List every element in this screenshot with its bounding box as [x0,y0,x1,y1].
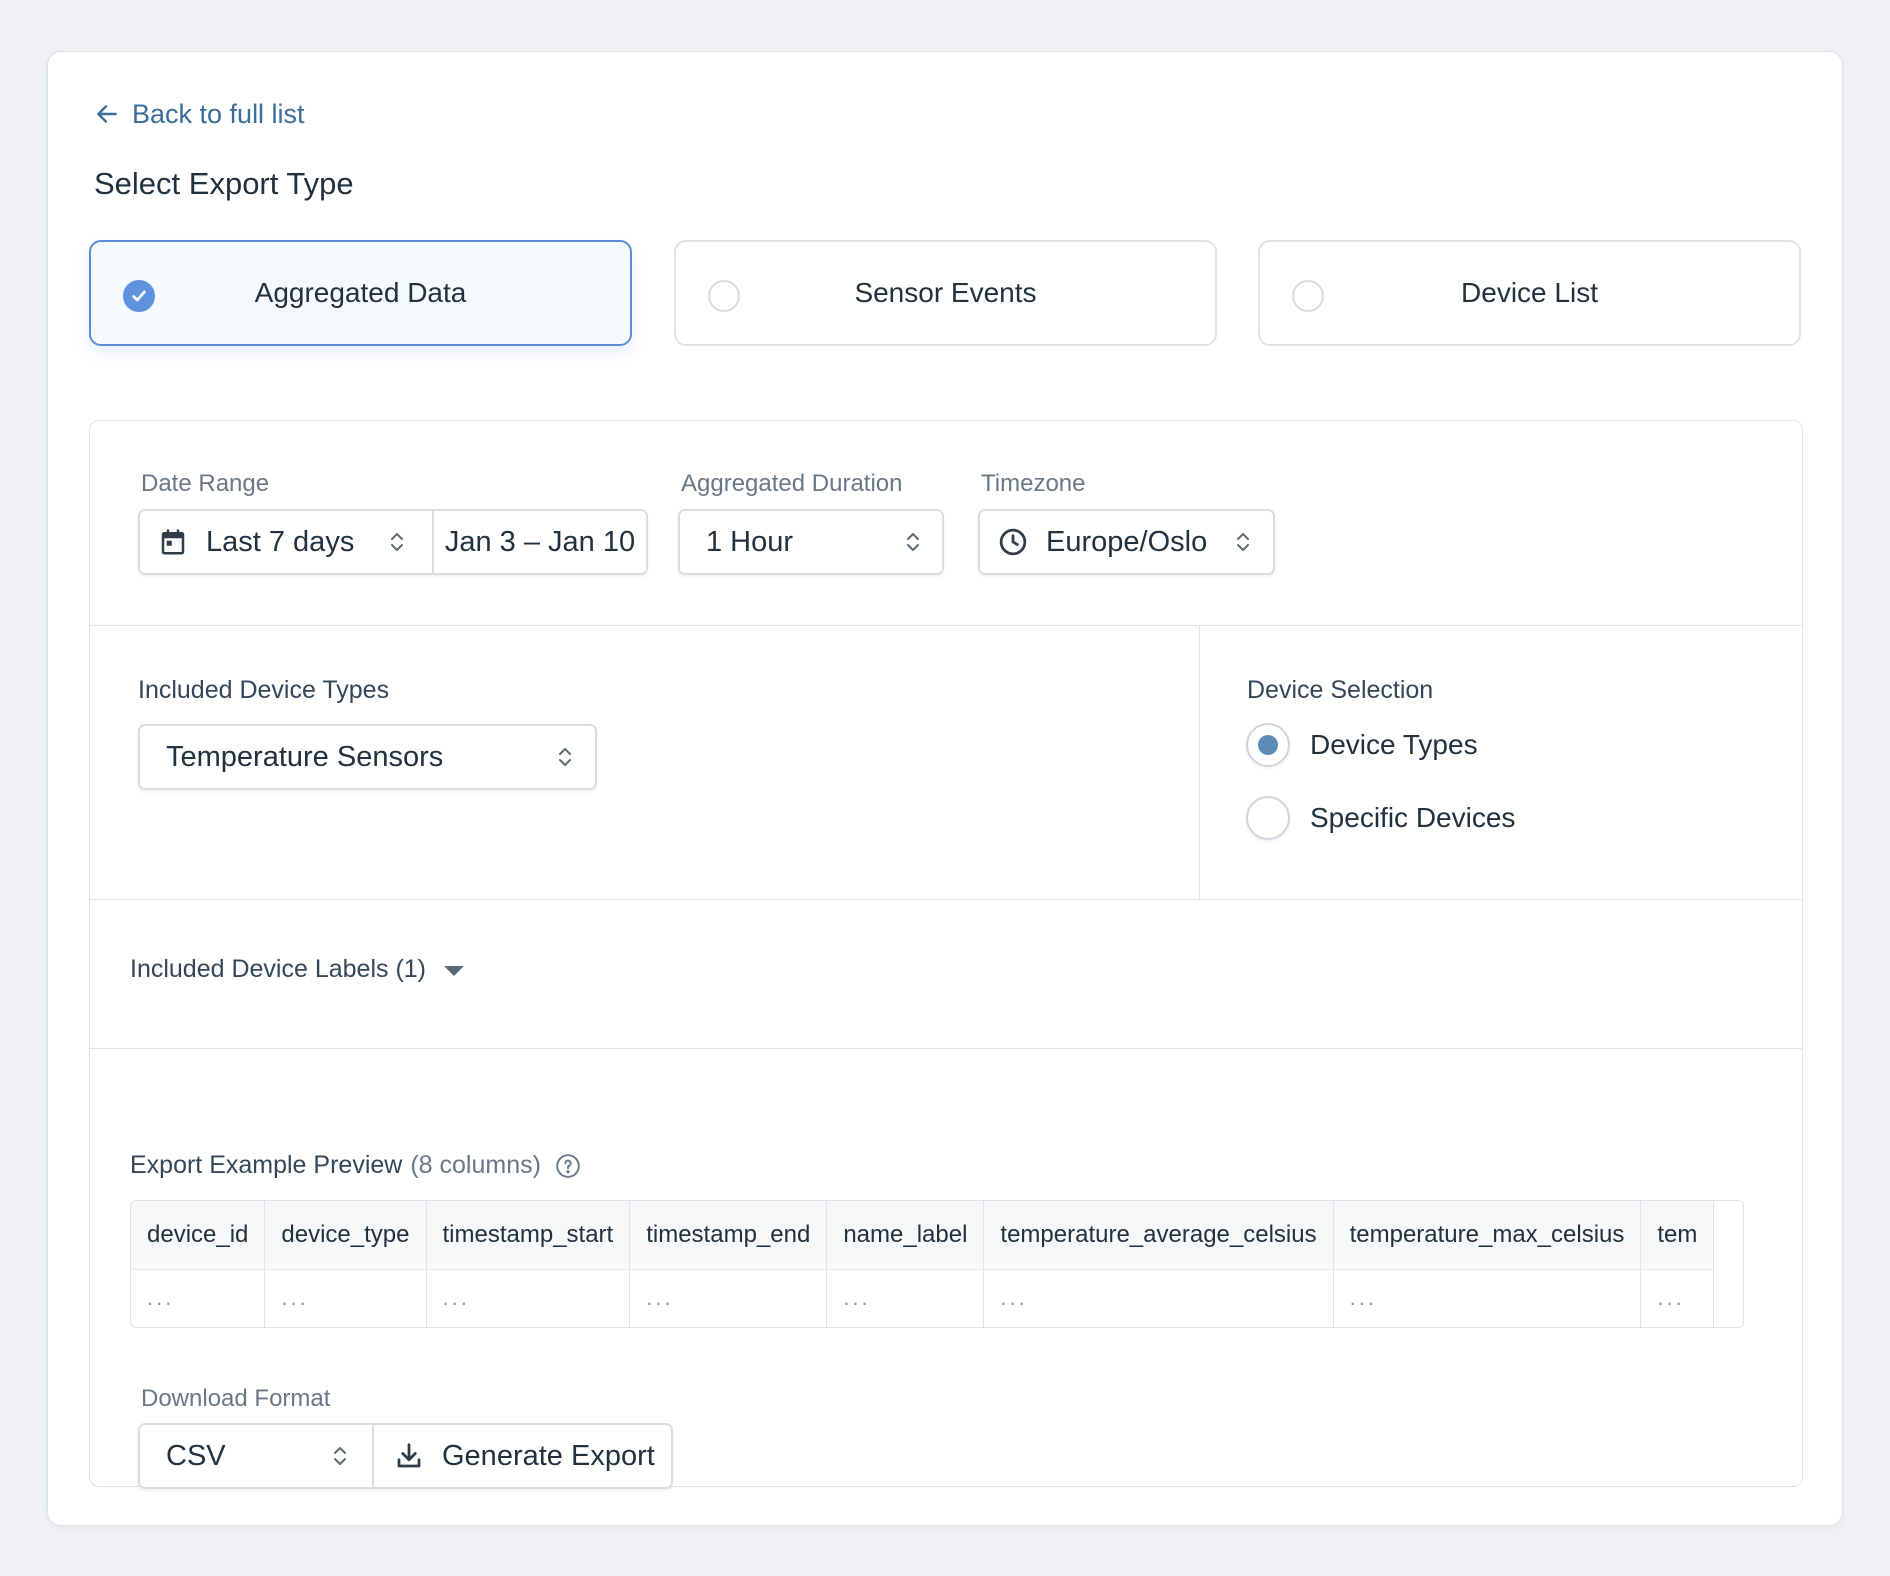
device-types-select[interactable]: Temperature Sensors [138,724,597,790]
duration-value: 1 Hour [706,525,794,558]
generate-export-button[interactable]: Generate Export [374,1425,671,1487]
duration-label: Aggregated Duration [681,470,903,497]
radio-unchecked-icon [1246,796,1290,840]
column-header: timestamp_start [426,1201,631,1270]
radio-unchecked-icon [1292,280,1324,312]
timezone-value: Europe/Oslo [1046,525,1208,558]
back-link-label: Back to full list [132,98,305,129]
column-header: temperature_max_celsius [1333,1201,1642,1270]
radio-specific-devices[interactable]: Specific Devices [1246,796,1515,840]
export-type-label: Sensor Events [854,277,1037,308]
date-range-value: Last 7 days [206,525,355,558]
export-settings-panel: Date Range Last 7 days Jan 3 – Jan 10 Ag… [89,420,1803,1489]
arrow-left-icon [97,105,117,123]
column-header: device_id [131,1201,266,1270]
timezone-label: Timezone [981,470,1086,497]
date-range-dates[interactable]: Jan 3 – Jan 10 [434,511,646,573]
generate-export-label: Generate Export [442,1439,655,1472]
section-divider [90,899,1802,900]
duration-select[interactable]: 1 Hour [678,509,944,575]
check-icon [123,280,155,312]
table-cell: ... [1640,1269,1715,1327]
device-types-value: Temperature Sensors [166,740,444,773]
table-cell: ... [983,1269,1334,1327]
table-cell: ... [826,1269,985,1327]
radio-label: Device Types [1310,729,1478,760]
section-divider [90,1048,1802,1049]
column-header: device_type [264,1201,427,1270]
chevron-up-down-icon [907,533,919,551]
export-type-device-list[interactable]: Device List [1258,240,1801,346]
preview-heading: Export Example Preview (8 columns) [130,1151,581,1180]
preview-subtitle: (8 columns) [410,1151,541,1179]
preview-title: Export Example Preview [130,1151,403,1179]
table-cell: ... [426,1269,631,1327]
export-type-sensor-events[interactable]: Sensor Events [674,240,1217,346]
device-selection-label: Device Selection [1247,676,1434,704]
chevron-up-down-icon [559,748,571,766]
column-header: temperature_average_celsius [983,1201,1334,1270]
table-cell: ... [264,1269,427,1327]
radio-label: Specific Devices [1310,802,1516,833]
chevron-up-down-icon [391,533,403,551]
download-format-label: Download Format [141,1385,331,1412]
table-row: ... ... ... ... ... ... ... ... [131,1269,1715,1327]
chevron-up-down-icon [334,1447,346,1465]
export-card: Back to full list Select Export Type Agg… [47,51,1843,1526]
date-range-dates-value: Jan 3 – Jan 10 [444,525,636,558]
date-range-label: Date Range [141,470,270,497]
format-select[interactable]: CSV [140,1425,372,1487]
date-range-control: Last 7 days Jan 3 – Jan 10 [138,509,648,575]
column-divider [1199,626,1200,899]
section-divider [90,625,1802,626]
radio-checked-icon [1246,723,1290,767]
radio-unchecked-icon [708,280,740,312]
date-range-select[interactable]: Last 7 days [140,511,432,573]
table-cell: ... [629,1269,828,1327]
preview-table[interactable]: device_id device_type timestamp_start ti… [130,1200,1744,1328]
device-labels-title: Included Device Labels (1) [130,955,426,983]
table-cell: ... [131,1269,266,1327]
device-labels-toggle[interactable]: Included Device Labels (1) [130,955,464,984]
export-type-aggregated-data[interactable]: Aggregated Data [89,240,632,346]
column-header: tem [1640,1201,1715,1270]
page-title: Select Export Type [94,166,354,201]
download-icon [397,1443,421,1468]
table-header-row: device_id device_type timestamp_start ti… [131,1201,1715,1270]
caret-down-icon [444,965,464,976]
download-control: CSV Generate Export [138,1423,673,1489]
clock-icon [999,528,1027,556]
table-cell: ... [1333,1269,1642,1327]
column-header: timestamp_end [629,1201,828,1270]
column-header: name_label [826,1201,985,1270]
timezone-select[interactable]: Europe/Oslo [978,509,1275,575]
back-link[interactable]: Back to full list [94,94,305,134]
chevron-up-down-icon [1237,533,1249,551]
help-circle-icon[interactable] [555,1153,581,1179]
export-type-label: Device List [1461,277,1598,308]
format-value: CSV [166,1439,226,1472]
device-types-label: Included Device Types [138,676,390,704]
export-type-label: Aggregated Data [254,277,467,308]
radio-device-types[interactable]: Device Types [1246,723,1478,767]
calendar-icon [161,529,185,555]
